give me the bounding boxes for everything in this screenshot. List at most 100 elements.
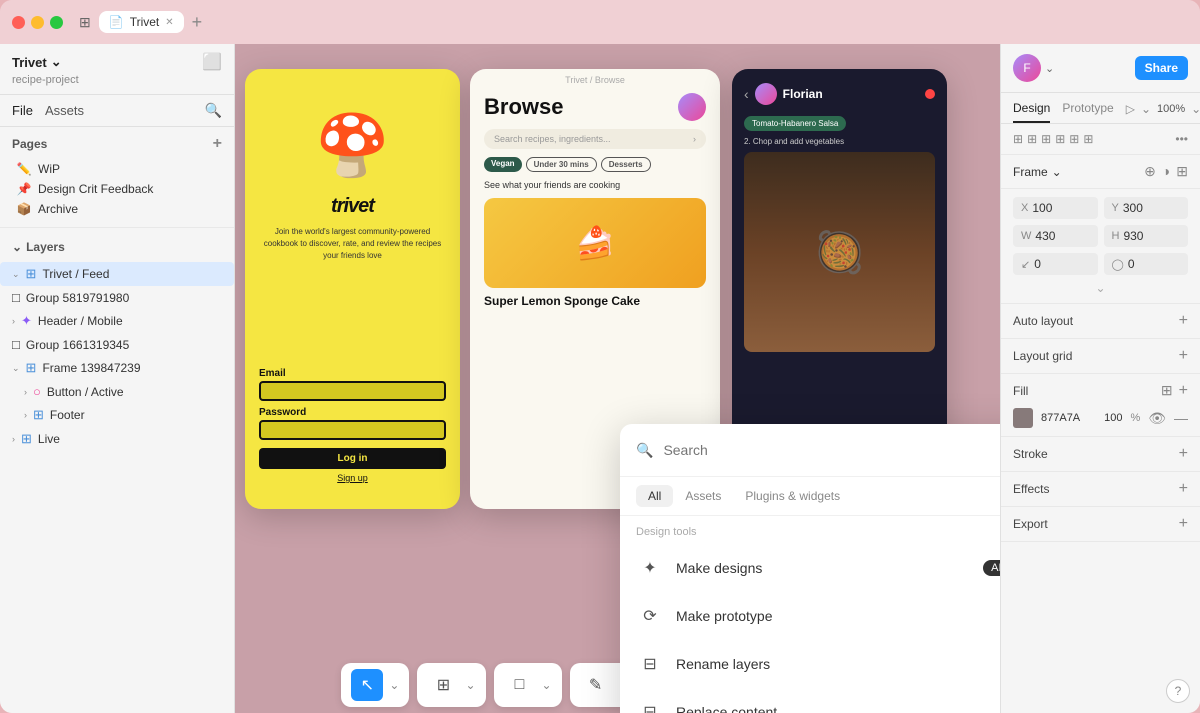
layer-chevron-live: › (12, 434, 15, 444)
select-dropdown-icon[interactable]: ⌄ (389, 678, 399, 692)
rect-dropdown-icon[interactable]: ⌄ (542, 678, 552, 692)
layout-grid-add-btn[interactable]: + (1179, 347, 1188, 365)
search-item-rename-layers[interactable]: ⊟ Rename layers (620, 640, 1000, 688)
align-left-icon[interactable]: ⊞ (1013, 132, 1023, 146)
fill-color-swatch[interactable] (1013, 408, 1033, 428)
add-page-button[interactable]: + (213, 135, 222, 153)
layer-group-icon-2: □ (12, 337, 20, 352)
search-item-replace-content[interactable]: ⊟ Replace content (620, 688, 1000, 713)
close-button[interactable] (12, 16, 25, 29)
export-add-btn[interactable]: + (1179, 515, 1188, 533)
zoom-arrow-icon[interactable]: ⌄ (1191, 102, 1200, 116)
expand-chevron[interactable]: ⌄ (1095, 281, 1105, 295)
login-btn: Log in (259, 448, 446, 469)
fill-remove-icon[interactable]: — (1174, 410, 1188, 426)
fill-add-btn[interactable]: + (1179, 382, 1188, 400)
minimize-button[interactable] (31, 16, 44, 29)
search-item-make-prototype[interactable]: ⟳ Make prototype (620, 592, 1000, 640)
y-field[interactable]: Y 300 (1104, 197, 1189, 219)
align-top-icon[interactable]: ⊞ (1055, 132, 1065, 146)
search-input[interactable] (663, 442, 996, 458)
recipe-title: Super Lemon Sponge Cake (484, 294, 706, 308)
auto-layout-add-btn[interactable]: + (1179, 312, 1188, 330)
page-item-wip[interactable]: ✏️ WiP (12, 159, 222, 179)
frame-expand-icon[interactable]: ⊞ (1176, 163, 1188, 180)
h-label: H (1112, 230, 1120, 242)
frame-clip-icon[interactable]: ◑ (1162, 163, 1170, 180)
layer-frame-139[interactable]: ⌄ ⊞ Frame 139847239 (0, 356, 234, 380)
play-icon[interactable]: ▷ (1126, 102, 1135, 116)
search-item-make-designs[interactable]: ✦ Make designs AI beta (620, 544, 1000, 592)
tab-close-icon[interactable]: ✕ (165, 17, 173, 28)
food-image: 🍰 (484, 198, 706, 288)
export-section: Export + (1001, 507, 1200, 542)
stroke-add-btn[interactable]: + (1179, 445, 1188, 463)
pen-tool[interactable]: ✎ (580, 669, 612, 701)
filter-tab-assets[interactable]: Assets (673, 485, 733, 507)
prototype-tab[interactable]: Prototype (1062, 101, 1113, 123)
search-input-row: 🔍 ⊞ (620, 424, 1000, 477)
make-prototype-icon: ⟳ (636, 602, 664, 630)
page-item-design-crit[interactable]: 📌 Design Crit Feedback (12, 179, 222, 199)
layer-live[interactable]: › ⊞ Live (0, 427, 234, 451)
corner-field[interactable]: ↙ 0 (1013, 253, 1098, 275)
layer-ellipse-icon: ○ (33, 384, 41, 399)
project-name[interactable]: Trivet ⌄ (12, 54, 62, 70)
x-field[interactable]: X 100 (1013, 197, 1098, 219)
effects-add-btn[interactable]: + (1179, 480, 1188, 498)
radius-label: ◯ (1112, 258, 1124, 271)
zoom-dropdown-icon[interactable]: ⌄ (1141, 102, 1151, 116)
align-center-icon[interactable]: ⊞ (1027, 132, 1037, 146)
design-tab[interactable]: Design (1013, 101, 1050, 123)
replace-content-icon: ⊟ (636, 698, 664, 713)
layer-trivet-feed[interactable]: ⌄ ⊞ Trivet / Feed (0, 262, 234, 286)
page-item-archive[interactable]: 📦 Archive (12, 199, 222, 219)
rect-tool[interactable]: □ (504, 669, 536, 701)
h-field[interactable]: H 930 (1104, 225, 1189, 247)
fill-visibility-icon[interactable]: 👁 (1148, 410, 1166, 427)
help-button[interactable]: ? (1166, 679, 1190, 703)
new-tab-button[interactable]: + (192, 12, 203, 33)
align-middle-icon[interactable]: ⊞ (1069, 132, 1079, 146)
align-bottom-icon[interactable]: ⊞ (1083, 132, 1093, 146)
fill-hex-value[interactable]: 877A7A (1041, 412, 1096, 424)
user-badge[interactable]: F ⌄ (1013, 54, 1054, 82)
pages-section-header: Pages + (12, 135, 222, 153)
filter-tab-all[interactable]: All (636, 485, 673, 507)
share-button[interactable]: Share (1135, 56, 1188, 80)
select-tool[interactable]: ↖ (351, 669, 383, 701)
frame-dropdown[interactable]: Frame ⌄ (1013, 165, 1062, 179)
fill-grid-icon[interactable]: ⊞ (1161, 382, 1173, 400)
radius-field[interactable]: ◯ 0 (1104, 253, 1189, 275)
frame-dropdown-icon[interactable]: ⌄ (465, 678, 475, 692)
file-tab[interactable]: File (12, 101, 33, 120)
layer-footer[interactable]: › ⊞ Footer (0, 403, 234, 427)
layer-button-active[interactable]: › ○ Button / Active (0, 380, 234, 403)
frame-tool[interactable]: ⊞ (427, 669, 459, 701)
email-field (259, 381, 446, 401)
align-right-icon[interactable]: ⊞ (1041, 132, 1051, 146)
layer-component-icon: ✦ (21, 313, 32, 329)
frame-constraints-icon[interactable]: ⊕ (1144, 163, 1156, 180)
sidebar-layout-icon[interactable]: ⬜ (202, 52, 222, 72)
assets-tab[interactable]: Assets (45, 101, 84, 120)
active-tab[interactable]: 📄 Trivet ✕ (99, 11, 184, 33)
app-icon: ⊞ (79, 14, 91, 31)
fill-percent-sign: % (1130, 412, 1140, 424)
fill-label: Fill (1013, 384, 1028, 398)
password-label: Password (259, 407, 446, 418)
fill-opacity-value[interactable]: 100 (1104, 412, 1122, 424)
layer-header-mobile[interactable]: › ✦ Header / Mobile (0, 309, 234, 333)
more-options-icon[interactable]: ••• (1175, 132, 1188, 146)
y-value: 300 (1123, 201, 1143, 215)
layer-label-live: Live (38, 432, 60, 446)
sidebar-search-icon[interactable]: 🔍 (205, 102, 222, 119)
layer-group-1661[interactable]: □ Group 1661319345 (0, 333, 234, 356)
back-icon: ‹ (744, 86, 749, 102)
layer-frame-icon-2: ⊞ (26, 360, 37, 376)
tab-icon: 📄 (109, 15, 124, 29)
filter-tab-plugins[interactable]: Plugins & widgets (733, 485, 852, 507)
layer-group-5819[interactable]: □ Group 5819791980 (0, 286, 234, 309)
maximize-button[interactable] (50, 16, 63, 29)
w-field[interactable]: W 430 (1013, 225, 1098, 247)
